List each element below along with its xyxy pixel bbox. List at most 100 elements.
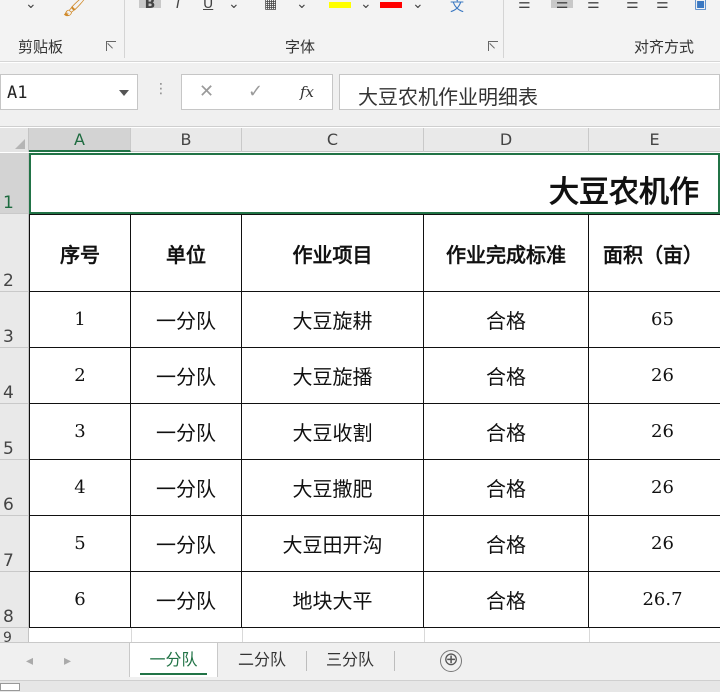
phonetic-icon[interactable]: 文 [450, 0, 464, 16]
format-painter-icon[interactable]: 🖌 [62, 0, 87, 18]
merge-center-icon[interactable]: ▣ [694, 0, 707, 12]
gridline [424, 628, 425, 642]
row-header-6[interactable]: 6 [0, 460, 29, 516]
group-divider [503, 0, 504, 58]
row-header-2[interactable]: 2 [0, 214, 29, 292]
row-header-8[interactable]: 8 [0, 572, 29, 628]
header-cell-standard[interactable]: 作业完成标准 [424, 214, 589, 292]
highlight-color-icon[interactable] [329, 2, 351, 8]
row-header-5[interactable]: 5 [0, 404, 29, 460]
table-cell-standard[interactable]: 合格 [424, 460, 589, 516]
row-header-7[interactable]: 7 [0, 516, 29, 572]
tab-divider [306, 651, 307, 671]
sheet-title: 大豆农机作 [549, 175, 699, 210]
name-box[interactable]: A1 [0, 74, 138, 110]
align-center-icon[interactable]: ☰ [551, 0, 573, 12]
header-cell-unit[interactable]: 单位 [131, 214, 242, 292]
table-cell-task[interactable]: 大豆旋耕 [242, 292, 424, 348]
table-cell-index[interactable]: 2 [29, 348, 131, 404]
table-cell-standard[interactable]: 合格 [424, 404, 589, 460]
row-header-4[interactable]: 4 [0, 348, 29, 404]
table-cell-task[interactable]: 大豆收割 [242, 404, 424, 460]
column-header-d[interactable]: D [424, 128, 589, 152]
table-cell-index[interactable]: 6 [29, 572, 131, 628]
table-cell-standard[interactable]: 合格 [424, 516, 589, 572]
table-cell-unit[interactable]: 一分队 [131, 516, 242, 572]
table-cell-task[interactable]: 大豆撒肥 [242, 460, 424, 516]
font-color-icon[interactable] [380, 2, 402, 8]
table-cell-area[interactable]: 26 [589, 516, 720, 572]
underline-dropdown-icon[interactable]: ⌄ [228, 0, 240, 12]
row-number: 7 [3, 551, 14, 571]
insert-function-icon[interactable]: fx [300, 83, 314, 101]
clipboard-launcher-icon[interactable] [106, 41, 116, 51]
row-header-1[interactable]: 1 [0, 153, 29, 214]
table-cell-index[interactable]: 5 [29, 516, 131, 572]
table-cell-area[interactable]: 26 [589, 348, 720, 404]
decrease-indent-icon[interactable]: ☰ [626, 0, 639, 12]
add-sheet-icon[interactable]: ⊕ [440, 650, 462, 672]
underline-icon[interactable]: U [203, 0, 213, 12]
table-cell-area[interactable]: 26 [589, 460, 720, 516]
table-cell-standard[interactable]: 合格 [424, 348, 589, 404]
column-header-row: A B C D E [0, 128, 720, 152]
gridline [589, 628, 590, 642]
table-cell-unit[interactable]: 一分队 [131, 404, 242, 460]
table-cell-index[interactable]: 4 [29, 460, 131, 516]
sheet-tab-3[interactable]: 三分队 [310, 643, 390, 677]
table-cell-area[interactable]: 65 [589, 292, 720, 348]
bold-icon[interactable]: B [139, 0, 161, 12]
enter-icon[interactable]: ✓ [248, 81, 263, 102]
column-header-e[interactable]: E [589, 128, 720, 152]
font-launcher-icon[interactable] [488, 41, 498, 51]
worksheet-grid: A B C D E 1 2 3 4 5 6 7 8 9 大豆农机作 序号 单位 … [0, 128, 720, 642]
row-number: 2 [3, 271, 14, 291]
table-cell-unit[interactable]: 一分队 [131, 460, 242, 516]
name-box-dropdown-icon[interactable] [119, 90, 129, 96]
table-cell-index[interactable]: 1 [29, 292, 131, 348]
ribbon: ⌄ 🖌 剪贴板 B I U ⌄ ▦ ⌄ ⌄ ⌄ 文 字体 ☰ ☰ ☰ ☰ ☰ ▣… [0, 0, 720, 62]
table-cell-standard[interactable]: 合格 [424, 572, 589, 628]
table-cell-area[interactable]: 26.7 [589, 572, 720, 628]
gridline [131, 628, 132, 642]
sheet-tab-2[interactable]: 二分队 [222, 643, 302, 677]
border-dropdown-icon[interactable]: ⌄ [296, 0, 308, 12]
column-header-c[interactable]: C [242, 128, 424, 152]
table-cell-unit[interactable]: 一分队 [131, 292, 242, 348]
select-all-button[interactable] [0, 128, 29, 152]
scroll-tabs-right-icon[interactable]: ▸ [64, 653, 71, 669]
sheet-tab-1[interactable]: 一分队 [129, 643, 218, 677]
alignment-group-label: 对齐方式 [634, 38, 695, 56]
column-header-a[interactable]: A [29, 128, 131, 152]
table-cell-unit[interactable]: 一分队 [131, 572, 242, 628]
horizontal-scrollbar[interactable] [0, 683, 20, 691]
font-color-dropdown-icon[interactable]: ⌄ [412, 0, 424, 12]
table-cell-unit[interactable]: 一分队 [131, 348, 242, 404]
increase-indent-icon[interactable]: ☰ [656, 0, 669, 12]
group-divider [124, 0, 125, 58]
align-left-icon[interactable]: ☰ [518, 0, 531, 12]
table-cell-index[interactable]: 3 [29, 404, 131, 460]
table-cell-task[interactable]: 大豆田开沟 [242, 516, 424, 572]
highlight-dropdown-icon[interactable]: ⌄ [360, 0, 372, 12]
row-header-3[interactable]: 3 [0, 292, 29, 348]
header-cell-index[interactable]: 序号 [29, 214, 131, 292]
row-header-9[interactable]: 9 [0, 628, 29, 642]
align-right-icon[interactable]: ☰ [587, 0, 600, 12]
name-box-value: A1 [7, 83, 28, 103]
header-cell-task[interactable]: 作业项目 [242, 214, 424, 292]
title-cell-a1[interactable]: 大豆农机作 [29, 153, 720, 214]
table-cell-area[interactable]: 26 [589, 404, 720, 460]
table-cell-task[interactable]: 大豆旋播 [242, 348, 424, 404]
paste-dropdown-icon[interactable]: ⌄ [25, 0, 37, 12]
table-cell-standard[interactable]: 合格 [424, 292, 589, 348]
border-icon[interactable]: ▦ [264, 0, 277, 12]
cancel-icon[interactable]: ✕ [199, 81, 214, 102]
table-cell-task[interactable]: 地块大平 [242, 572, 424, 628]
header-cell-area[interactable]: 面积（亩） [589, 214, 720, 292]
column-header-b[interactable]: B [131, 128, 242, 152]
scroll-tabs-left-icon[interactable]: ◂ [26, 653, 33, 669]
formula-bar-grip-icon[interactable]: ⋮ [154, 81, 168, 97]
italic-icon[interactable]: I [176, 0, 180, 12]
formula-input[interactable]: 大豆农机作业明细表 [339, 74, 720, 110]
